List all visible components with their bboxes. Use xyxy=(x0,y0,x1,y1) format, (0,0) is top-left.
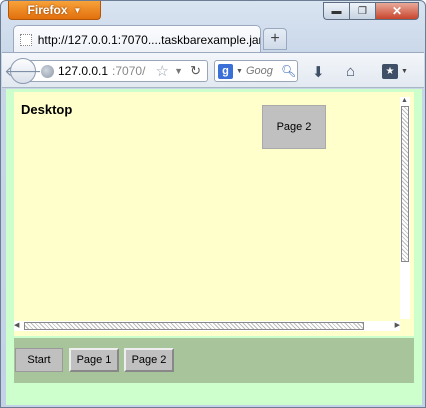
firefox-menu-button[interactable]: Firefox ▼ xyxy=(8,1,101,20)
reload-icon[interactable]: ↻ xyxy=(190,63,201,79)
firefox-menu-label: Firefox xyxy=(27,3,68,17)
history-dropdown-icon[interactable]: ▼ xyxy=(174,66,183,76)
back-arrow-icon: 🡐 xyxy=(4,62,42,79)
desktop-title: Desktop xyxy=(21,102,73,117)
browser-tab[interactable]: http://127.0.0.1:7070....taskbarexample.… xyxy=(13,25,261,53)
scroll-up-icon[interactable]: ▲ xyxy=(401,97,408,104)
horizontal-scrollbar[interactable]: ◀ ▶ xyxy=(14,321,400,331)
navigation-toolbar: 🡐 127.0.0.1:7070/ ☆ ▼ ↻ g ▼ Goog 🔍︎ ⬇ ⌂ … xyxy=(2,52,424,88)
search-bar[interactable]: g ▼ Goog 🔍︎ xyxy=(214,60,298,82)
url-host: 127.0.0.1 xyxy=(58,64,109,78)
scroll-right-icon[interactable]: ▶ xyxy=(395,321,400,329)
plus-icon: + xyxy=(270,30,280,47)
google-engine-icon[interactable]: g xyxy=(218,63,233,79)
taskbar-page-1-button[interactable]: Page 1 xyxy=(69,348,119,372)
taskbar-page-2-button[interactable]: Page 2 xyxy=(124,348,174,372)
download-icon[interactable]: ⬇ xyxy=(312,63,325,81)
window-controls: ▬ ❐ ✕ xyxy=(323,2,419,20)
close-button[interactable]: ✕ xyxy=(375,2,419,20)
floating-window-label: Page 2 xyxy=(276,121,312,133)
desktop-area: Desktop Page 2 ▲ ◀ ▶ xyxy=(14,92,414,336)
url-path: :7070/ xyxy=(112,64,146,78)
page-favicon-icon xyxy=(20,33,32,46)
page-content: Desktop Page 2 ▲ ◀ ▶ Start Page 1 Page 2 xyxy=(6,89,422,405)
tab-title: http://127.0.0.1:7070....taskbarexample.… xyxy=(37,32,260,47)
maximize-button[interactable]: ❐ xyxy=(349,2,375,20)
floating-window-page-2[interactable]: Page 2 xyxy=(262,105,326,149)
vertical-scrollbar[interactable]: ▲ xyxy=(400,97,410,319)
bookmarks-menu-button[interactable]: ★ ▼ xyxy=(382,63,412,80)
bookmark-star-icon[interactable]: ☆ xyxy=(156,62,169,80)
horizontal-scroll-thumb[interactable] xyxy=(24,322,364,330)
search-input[interactable]: Goog xyxy=(246,65,276,77)
browser-window: Firefox ▼ ▬ ❐ ✕ http://127.0.0.1:7070...… xyxy=(0,0,426,408)
bookmarks-icon: ★ xyxy=(382,64,398,79)
back-button[interactable]: 🡐 xyxy=(4,58,42,84)
minimize-icon: ▬ xyxy=(331,5,342,17)
scroll-left-icon[interactable]: ◀ xyxy=(14,321,19,329)
start-button[interactable]: Start xyxy=(15,348,63,372)
minimize-button[interactable]: ▬ xyxy=(323,2,349,20)
globe-icon xyxy=(41,64,54,78)
chevron-down-icon: ▼ xyxy=(401,68,408,75)
home-icon[interactable]: ⌂ xyxy=(346,63,355,80)
taskbar: Start Page 1 Page 2 xyxy=(14,338,414,383)
chevron-down-icon: ▼ xyxy=(73,5,82,15)
close-icon: ✕ xyxy=(391,4,403,18)
vertical-scroll-thumb[interactable] xyxy=(401,106,409,262)
search-icon[interactable]: 🔍︎ xyxy=(281,64,296,78)
address-bar[interactable]: 127.0.0.1:7070/ ☆ ▼ ↻ xyxy=(30,60,208,82)
new-tab-button[interactable]: + xyxy=(263,28,287,50)
maximize-icon: ❐ xyxy=(358,5,367,17)
engine-dropdown-icon[interactable]: ▼ xyxy=(236,68,243,75)
